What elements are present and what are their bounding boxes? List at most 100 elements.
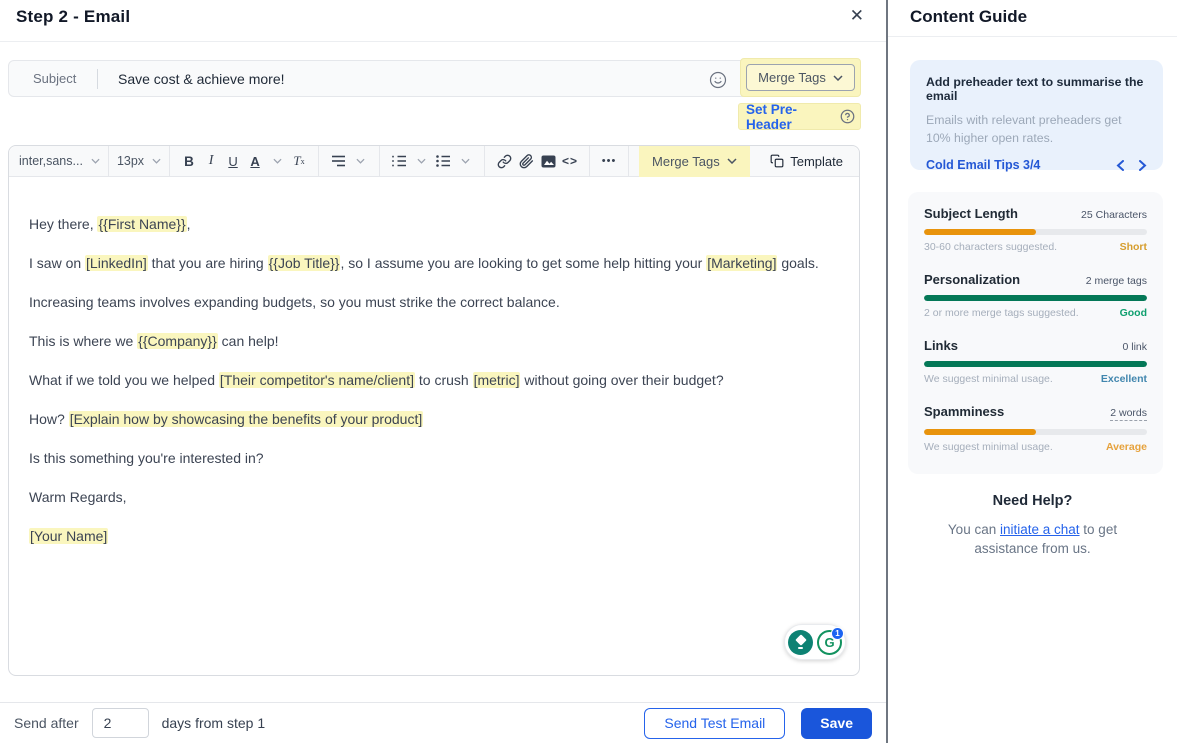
metric-block: Spamminess 2 words We suggest minimal us… xyxy=(924,404,1147,453)
clear-format-x: x xyxy=(301,157,305,166)
cold-email-tips-link[interactable]: Cold Email Tips 3/4 xyxy=(926,158,1040,172)
metric-progress-fill xyxy=(924,361,1147,367)
text-segment: goals. xyxy=(777,255,818,271)
text-segment: Warm Regards, xyxy=(29,489,127,505)
text-segment: Increasing teams involves expanding budg… xyxy=(29,294,560,310)
clear-format-t: T xyxy=(293,153,300,169)
metric-hint: We suggest minimal usage. xyxy=(924,373,1053,385)
metric-name: Subject Length xyxy=(924,206,1018,221)
set-preheader-highlight-box: Set Pre-Header xyxy=(738,103,861,130)
tip-card: Add preheader text to summarise the emai… xyxy=(910,60,1163,170)
chevron-left-icon[interactable] xyxy=(1116,160,1125,171)
content-guide-sidebar: Content Guide Add preheader text to summ… xyxy=(888,0,1177,743)
toolbar-separator xyxy=(484,146,485,176)
merge-tag-token: [Your Name] xyxy=(29,528,108,544)
tone-diamond-shape xyxy=(795,634,806,645)
metric-block: Links 0 link We suggest minimal usage. E… xyxy=(924,338,1147,385)
page-title: Step 2 - Email xyxy=(16,7,130,27)
merge-tag-token: [metric] xyxy=(473,372,521,388)
metric-value: 2 words xyxy=(1110,407,1147,421)
email-paragraph[interactable]: [Your Name] xyxy=(29,526,839,546)
metric-progress-track xyxy=(924,295,1147,301)
text-segment: What if we told you we helped xyxy=(29,372,219,388)
sidebar-title: Content Guide xyxy=(910,7,1027,26)
font-color-chevron-icon[interactable] xyxy=(266,149,288,173)
ordered-list-icon[interactable] xyxy=(388,149,410,173)
text-segment: to crush xyxy=(415,372,473,388)
email-paragraph[interactable]: What if we told you we helped [Their com… xyxy=(29,370,839,390)
set-preheader-link[interactable]: Set Pre-Header xyxy=(746,102,840,132)
align-icon[interactable] xyxy=(327,149,349,173)
more-options-icon[interactable]: ••• xyxy=(598,149,620,173)
bold-button[interactable]: B xyxy=(178,149,200,173)
editor-toolbar: inter,sans... 13px B I U A Tx xyxy=(9,146,859,177)
email-paragraph[interactable]: Hey there, {{First Name}}, xyxy=(29,214,839,234)
text-segment: How? xyxy=(29,411,69,427)
toolbar-merge-tags-label: Merge Tags xyxy=(652,154,720,169)
metric-status-badge: Average xyxy=(1106,441,1147,453)
grammarly-logo-icon[interactable]: G 1 xyxy=(817,630,842,655)
metric-block: Personalization 2 merge tags 2 or more m… xyxy=(924,272,1147,319)
toolbar-separator xyxy=(628,146,629,176)
email-paragraph[interactable]: Increasing teams involves expanding budg… xyxy=(29,292,839,312)
text-segment: without going over their budget? xyxy=(520,372,723,388)
metric-status-badge: Good xyxy=(1120,307,1147,319)
template-button[interactable]: Template xyxy=(770,154,849,169)
metric-hint: 2 or more merge tags suggested. xyxy=(924,307,1079,319)
chevron-down-icon xyxy=(727,158,737,164)
tone-suggestion-icon[interactable] xyxy=(788,630,813,655)
email-editor: inter,sans... 13px B I U A Tx xyxy=(8,145,860,676)
save-button[interactable]: Save xyxy=(801,708,872,739)
grammarly-widget[interactable]: G 1 xyxy=(784,624,846,660)
attachment-icon[interactable] xyxy=(515,149,537,173)
clear-formatting-button[interactable]: Tx xyxy=(288,149,310,173)
email-paragraph[interactable]: Is this something you're interested in? xyxy=(29,448,839,468)
metric-value: 2 merge tags xyxy=(1086,275,1147,287)
subject-label: Subject xyxy=(9,71,97,86)
initiate-chat-link[interactable]: initiate a chat xyxy=(1000,522,1080,537)
bullet-list-chevron-icon[interactable] xyxy=(454,149,476,173)
image-icon[interactable] xyxy=(537,149,559,173)
metric-value: 0 link xyxy=(1122,341,1147,353)
code-view-icon[interactable]: <> xyxy=(559,149,581,173)
merge-tag-token: {{Job Title}} xyxy=(268,255,341,271)
email-paragraph[interactable]: I saw on [LinkedIn] that you are hiring … xyxy=(29,253,839,273)
text-segment: Hey there, xyxy=(29,216,97,232)
underline-button[interactable]: U xyxy=(222,149,244,173)
sidebar-header: Content Guide xyxy=(888,0,1177,37)
email-body[interactable]: Hey there, {{First Name}}, I saw on [Link… xyxy=(9,177,859,546)
font-size-select[interactable]: 13px xyxy=(117,154,161,168)
metric-name: Personalization xyxy=(924,272,1020,287)
email-paragraph[interactable]: This is where we {{Company}} can help! xyxy=(29,331,839,351)
merge-tags-label: Merge Tags xyxy=(758,70,826,85)
email-paragraph[interactable]: Warm Regards, xyxy=(29,487,839,507)
subject-merge-tags-button[interactable]: Merge Tags xyxy=(746,64,855,91)
metric-hint: 30-60 characters suggested. xyxy=(924,241,1057,253)
chevron-right-icon[interactable] xyxy=(1138,160,1147,171)
font-color-button[interactable]: A xyxy=(244,149,266,173)
toolbar-merge-tags-button[interactable]: Merge Tags xyxy=(639,146,750,177)
metric-block: Subject Length 25 Characters 30-60 chara… xyxy=(924,206,1147,253)
need-help-text: You can initiate a chat to get assistanc… xyxy=(930,520,1135,558)
close-icon[interactable]: ✕ xyxy=(850,7,864,24)
font-family-select[interactable]: inter,sans... xyxy=(19,154,100,168)
metric-hint: We suggest minimal usage. xyxy=(924,441,1053,453)
link-icon[interactable] xyxy=(493,149,515,173)
italic-button[interactable]: I xyxy=(200,149,222,173)
merge-tags-highlight-box: Merge Tags xyxy=(740,58,861,97)
help-text-pre: You can xyxy=(948,522,1000,537)
help-circle-icon[interactable] xyxy=(840,109,855,124)
days-input[interactable] xyxy=(92,708,149,738)
toolbar-separator xyxy=(589,146,590,176)
emoji-picker-icon[interactable] xyxy=(709,71,727,89)
bullet-list-icon[interactable] xyxy=(432,149,454,173)
toolbar-separator xyxy=(318,146,319,176)
merge-tag-token: [LinkedIn] xyxy=(85,255,148,271)
copy-icon xyxy=(770,154,784,168)
send-test-email-button[interactable]: Send Test Email xyxy=(644,708,785,739)
email-paragraph[interactable]: How? [Explain how by showcasing the bene… xyxy=(29,409,839,429)
text-segment: can help! xyxy=(218,333,279,349)
align-chevron-icon[interactable] xyxy=(349,149,371,173)
merge-tag-token: {{First Name}} xyxy=(97,216,186,232)
ordered-list-chevron-icon[interactable] xyxy=(410,149,432,173)
